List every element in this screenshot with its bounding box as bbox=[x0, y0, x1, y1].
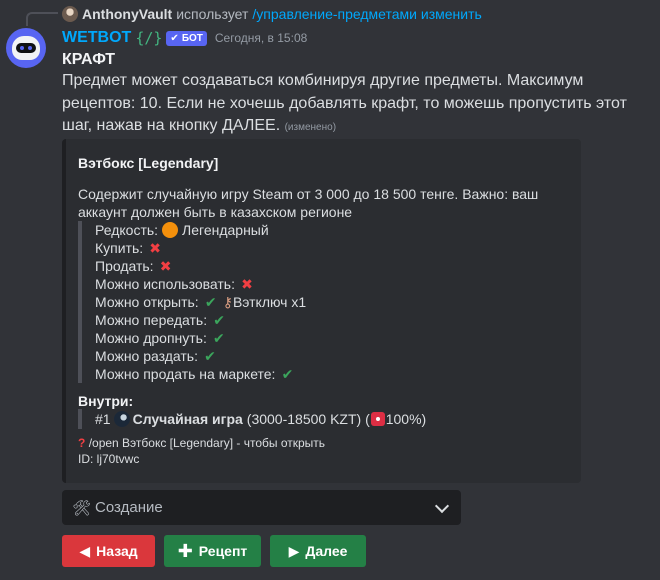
steam-icon bbox=[113, 411, 130, 427]
item-embed: Вэтбокс [Legendary] Содержит случайную и… bbox=[62, 139, 581, 483]
robot-eye-right bbox=[28, 46, 32, 50]
property-label: Можно использовать: bbox=[95, 276, 235, 292]
dice-icon bbox=[370, 412, 385, 426]
reply-connector bbox=[26, 12, 58, 26]
item-properties: Редкость: Легендарный Купить: ✖ Продать:… bbox=[78, 221, 569, 383]
inside-title: Внутри: bbox=[78, 393, 134, 409]
property-label: Можно раздать: bbox=[95, 348, 198, 364]
arrow-left-icon: ◀ bbox=[79, 542, 91, 559]
back-button-label: Назад bbox=[96, 543, 138, 559]
property-open: Можно открыть: ✔ ⚷ Вэтключ x1 bbox=[95, 293, 569, 311]
property-label: Можно продать на маркете: bbox=[95, 366, 276, 382]
orange-circle-icon bbox=[162, 222, 179, 238]
recipe-button-label: Рецепт bbox=[198, 543, 248, 559]
check-icon: ✔ bbox=[170, 32, 179, 44]
property-market: Можно продать на маркете: ✔ bbox=[95, 365, 569, 383]
plus-icon: ✚ bbox=[177, 540, 193, 561]
check-icon: ✔ bbox=[204, 294, 217, 310]
property-transfer: Можно передать: ✔ bbox=[95, 311, 569, 329]
message-title: КРАФТ bbox=[62, 51, 116, 68]
reply-command-link[interactable]: /управление-предметами изменить bbox=[252, 6, 481, 22]
inside-item-number: #1 bbox=[95, 411, 111, 427]
property-sell: Продать: ✖ bbox=[95, 257, 569, 275]
arrow-right-icon: ▶ bbox=[288, 542, 300, 559]
message-body: Предмет может создаваться комбинируя дру… bbox=[62, 70, 654, 140]
cross-icon: ✖ bbox=[159, 258, 172, 274]
embed-title: Вэтбокс [Legendary] bbox=[78, 155, 219, 171]
cross-icon: ✖ bbox=[149, 240, 162, 256]
next-button-label: Далее bbox=[305, 543, 348, 559]
property-label: Редкость: bbox=[95, 222, 159, 238]
reply-reference[interactable]: AnthonyVault использует /управление-пред… bbox=[62, 5, 482, 23]
message-timestamp[interactable]: Сегодня, в 15:08 bbox=[215, 31, 307, 45]
edited-marker: (изменено) bbox=[284, 122, 337, 133]
check-icon: ✔ bbox=[213, 312, 225, 328]
embed-footer: ? /open Вэтбокс [Legendary] - чтобы откр… bbox=[78, 435, 569, 467]
next-button[interactable]: ▶ Далее bbox=[270, 535, 366, 567]
check-icon: ✔ bbox=[281, 366, 294, 382]
bot-username[interactable]: WETBOT bbox=[62, 29, 131, 47]
recipe-button[interactable]: ✚ Рецепт bbox=[164, 535, 261, 567]
mode-select-value: Создание bbox=[95, 499, 163, 516]
bot-badge-label: БОТ bbox=[181, 32, 203, 44]
message-header: WETBOT {/} ✔ БОТ Сегодня, в 15:08 bbox=[62, 28, 307, 48]
mode-select[interactable]: 🛠 Создание bbox=[62, 490, 461, 525]
footer-open-hint: ? /open Вэтбокс [Legendary] - чтобы откр… bbox=[78, 435, 569, 451]
message-text: Предмет может создаваться комбинируя дру… bbox=[62, 72, 627, 134]
reply-verb: использует bbox=[176, 6, 249, 22]
property-value: Легендарный bbox=[182, 222, 269, 238]
reply-username[interactable]: AnthonyVault bbox=[82, 6, 172, 22]
property-giveaway: Можно раздать: ✔ bbox=[95, 347, 569, 365]
property-label: Можно передать: bbox=[95, 312, 208, 328]
inside-item: #1 Случайная игра (3000-18500 KZT) ( 100… bbox=[95, 409, 569, 429]
check-icon: ✔ bbox=[213, 330, 225, 346]
key-icon: ⚷ bbox=[222, 294, 233, 310]
property-rarity: Редкость: Легендарный bbox=[95, 221, 569, 239]
cross-icon: ✖ bbox=[241, 276, 253, 292]
property-label: Купить: bbox=[95, 240, 144, 256]
footer-id: ID: lj70tvwc bbox=[78, 452, 140, 466]
bot-avatar[interactable] bbox=[6, 28, 46, 68]
footer-command: /open Вэтбокс [Legendary] - чтобы открыт… bbox=[88, 436, 326, 450]
robot-eye-left bbox=[20, 46, 24, 50]
bot-badge: ✔ БОТ bbox=[166, 30, 207, 46]
back-button[interactable]: ◀ Назад bbox=[62, 535, 155, 567]
property-label: Продать: bbox=[95, 258, 154, 274]
property-value: Вэтключ x1 bbox=[232, 294, 307, 310]
inside-item-chance: 100%) bbox=[385, 411, 427, 427]
property-drop: Можно дропнуть: ✔ bbox=[95, 329, 569, 347]
property-buy: Купить: ✖ bbox=[95, 239, 569, 257]
robot-visor bbox=[16, 43, 36, 53]
inside-item-name: Случайная игра bbox=[132, 411, 243, 427]
property-label: Можно дропнуть: bbox=[95, 330, 207, 346]
embed-description: Содержит случайную игру Steam от 3 000 д… bbox=[78, 186, 539, 220]
bot-tag: {/} bbox=[135, 29, 163, 47]
property-use: Можно использовать: ✖ bbox=[95, 275, 569, 293]
inside-list: #1 Случайная игра (3000-18500 KZT) ( 100… bbox=[78, 409, 569, 429]
reply-avatar[interactable] bbox=[62, 6, 78, 22]
chevron-down-icon bbox=[434, 498, 450, 513]
property-label: Можно открыть: bbox=[95, 294, 199, 310]
question-icon: ? bbox=[78, 436, 86, 450]
check-icon: ✔ bbox=[204, 348, 216, 364]
inside-item-range: (3000-18500 KZT) ( bbox=[246, 411, 370, 427]
tools-icon: 🛠 bbox=[72, 499, 92, 517]
